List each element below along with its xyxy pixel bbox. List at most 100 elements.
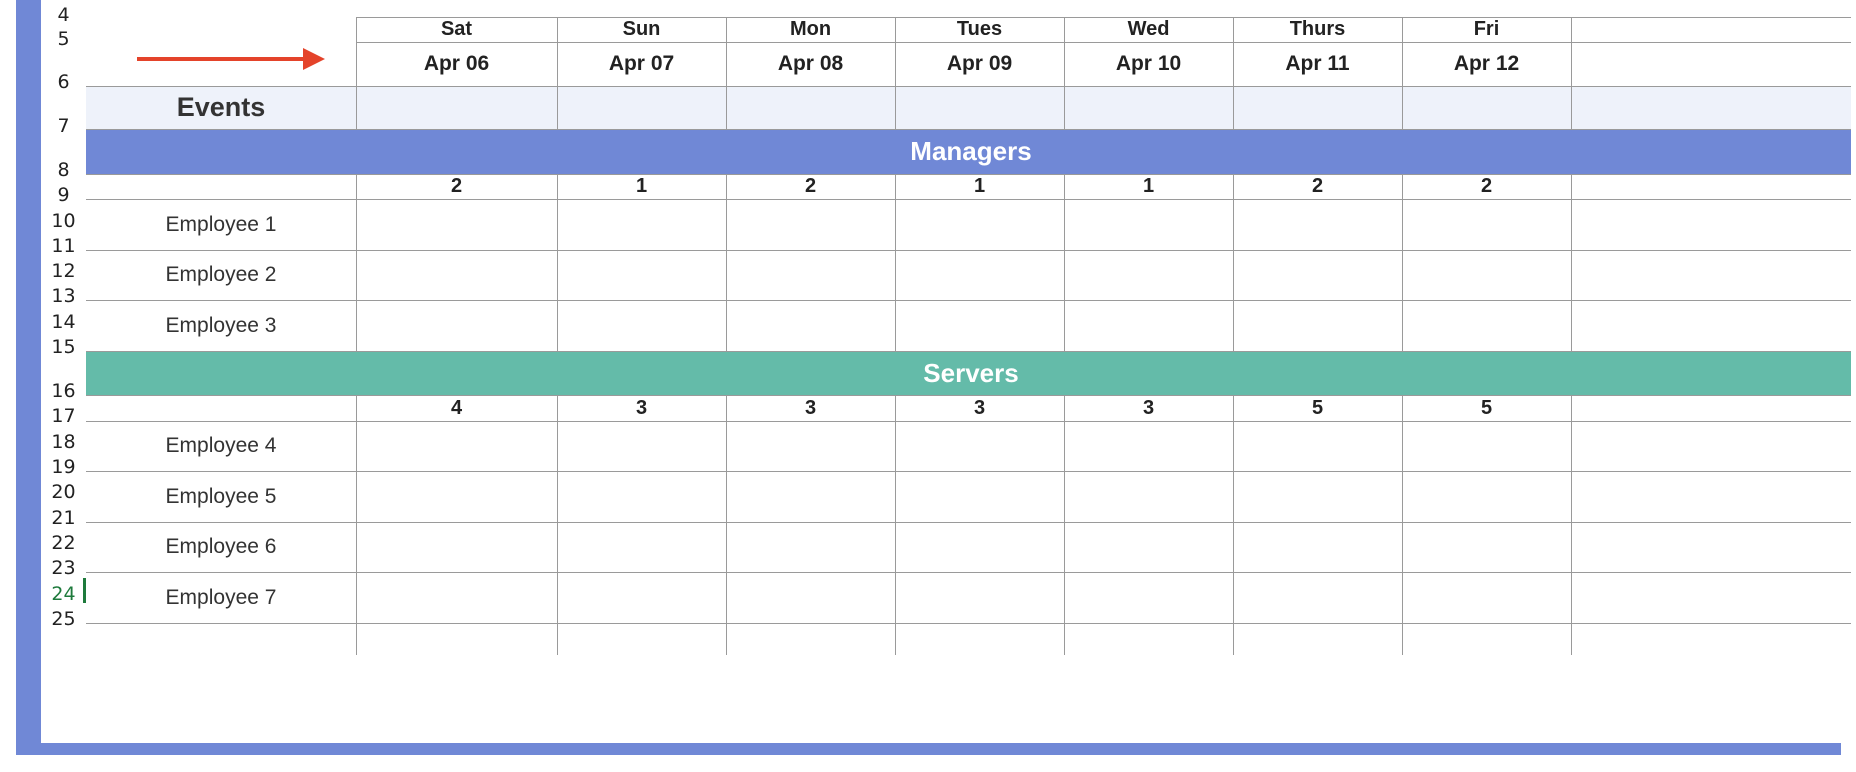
- row-header-5[interactable]: 5: [41, 28, 86, 50]
- date-header-fri[interactable]: Apr 12: [1402, 42, 1571, 86]
- row-header-21[interactable]: 21: [41, 507, 86, 529]
- events-cell[interactable]: [1233, 86, 1402, 129]
- employee-name-cell[interactable]: Employee 5: [86, 471, 356, 522]
- row-header-24[interactable]: 24: [41, 583, 86, 605]
- grid-line: [86, 471, 1851, 472]
- managers-count-sat[interactable]: 2: [356, 174, 557, 199]
- grid-line: [86, 174, 1851, 175]
- servers-count-fri[interactable]: 5: [1402, 395, 1571, 421]
- row-header-8[interactable]: 8: [41, 159, 86, 181]
- grid-line: [895, 17, 896, 129]
- grid-line: [356, 42, 1851, 43]
- row-header-22[interactable]: 22: [41, 532, 86, 554]
- row-header-20[interactable]: 20: [41, 481, 86, 503]
- grid-line: [726, 174, 727, 351]
- row-header-25[interactable]: 25: [41, 608, 86, 630]
- managers-count-wed[interactable]: 1: [1064, 174, 1233, 199]
- grid-line: [1402, 174, 1403, 351]
- row-header-19[interactable]: 19: [41, 456, 86, 478]
- grid-line: [1064, 395, 1065, 655]
- row-header-12[interactable]: 12: [41, 260, 86, 282]
- grid-line: [1064, 17, 1065, 129]
- servers-count-wed[interactable]: 3: [1064, 395, 1233, 421]
- employee-name-cell[interactable]: Employee 6: [86, 522, 356, 572]
- grid-line: [86, 623, 1851, 624]
- grid-line: [356, 174, 357, 351]
- grid-line: [1402, 17, 1403, 129]
- row-header-18[interactable]: 18: [41, 431, 86, 453]
- day-header-mon[interactable]: Mon: [726, 17, 895, 42]
- grid-line: [86, 300, 1851, 301]
- day-header-fri[interactable]: Fri: [1402, 17, 1571, 42]
- row-header-13[interactable]: 13: [41, 285, 86, 307]
- events-cell[interactable]: [557, 86, 726, 129]
- row-header-16[interactable]: 16: [41, 380, 86, 402]
- day-header-thurs[interactable]: Thurs: [1233, 17, 1402, 42]
- servers-count-mon[interactable]: 3: [726, 395, 895, 421]
- row-header-4[interactable]: 4: [41, 4, 86, 26]
- day-header-tues[interactable]: Tues: [895, 17, 1064, 42]
- grid-line: [86, 522, 1851, 523]
- grid-line: [1233, 17, 1234, 129]
- grid-line: [1064, 174, 1065, 351]
- employee-name-cell[interactable]: Employee 7: [86, 572, 356, 623]
- date-header-mon[interactable]: Apr 08: [726, 42, 895, 86]
- managers-count-tues[interactable]: 1: [895, 174, 1064, 199]
- grid-line: [557, 174, 558, 351]
- managers-banner[interactable]: Managers: [86, 129, 1851, 174]
- date-header-sat[interactable]: Apr 06: [356, 42, 557, 86]
- grid-line: [86, 199, 1851, 200]
- row-header-6[interactable]: 6: [41, 71, 86, 93]
- date-header-tues[interactable]: Apr 09: [895, 42, 1064, 86]
- events-cell[interactable]: [726, 86, 895, 129]
- grid-line: [726, 17, 727, 129]
- events-cell[interactable]: [1064, 86, 1233, 129]
- grid-line: [356, 17, 1851, 18]
- row-header-15[interactable]: 15: [41, 336, 86, 358]
- managers-count-sun[interactable]: 1: [557, 174, 726, 199]
- servers-banner[interactable]: Servers: [86, 351, 1851, 395]
- grid-line: [895, 395, 896, 655]
- grid-line: [1233, 174, 1234, 351]
- grid-line: [86, 572, 1851, 573]
- employee-name-cell[interactable]: Employee 2: [86, 250, 356, 300]
- employee-name-cell[interactable]: Employee 3: [86, 300, 356, 351]
- day-header-sat[interactable]: Sat: [356, 17, 557, 42]
- managers-count-thurs[interactable]: 2: [1233, 174, 1402, 199]
- row-header-14[interactable]: 14: [41, 311, 86, 333]
- date-header-thurs[interactable]: Apr 11: [1233, 42, 1402, 86]
- row-header-7[interactable]: 7: [41, 115, 86, 137]
- grid-line: [557, 395, 558, 655]
- row-header-23[interactable]: 23: [41, 557, 86, 579]
- date-header-wed[interactable]: Apr 10: [1064, 42, 1233, 86]
- servers-count-thurs[interactable]: 5: [1233, 395, 1402, 421]
- managers-count-mon[interactable]: 2: [726, 174, 895, 199]
- events-cell[interactable]: [895, 86, 1064, 129]
- events-label[interactable]: Events: [86, 86, 356, 129]
- row-header-9[interactable]: 9: [41, 184, 86, 206]
- row-header-11[interactable]: 11: [41, 235, 86, 257]
- employee-name-cell[interactable]: Employee 4: [86, 421, 356, 471]
- events-cell[interactable]: [1402, 86, 1571, 129]
- servers-count-sat[interactable]: 4: [356, 395, 557, 421]
- row-header-17[interactable]: 17: [41, 405, 86, 427]
- grid-line: [86, 421, 1851, 422]
- day-header-wed[interactable]: Wed: [1064, 17, 1233, 42]
- grid-line: [86, 250, 1851, 251]
- managers-count-fri[interactable]: 2: [1402, 174, 1571, 199]
- grid-line: [557, 17, 558, 129]
- row-header-10[interactable]: 10: [41, 210, 86, 232]
- grid-line: [895, 174, 896, 351]
- events-cell[interactable]: [356, 86, 557, 129]
- servers-count-tues[interactable]: 3: [895, 395, 1064, 421]
- grid-line: [356, 17, 357, 129]
- spreadsheet-frame: 4 5 6 7 8 9 10 11 12 13 14 15 16 17 18 1…: [16, 0, 1851, 755]
- arrow-icon: [137, 48, 325, 70]
- date-header-sun[interactable]: Apr 07: [557, 42, 726, 86]
- grid-line: [86, 129, 1851, 130]
- employee-name-cell[interactable]: Employee 1: [86, 199, 356, 250]
- servers-count-sun[interactable]: 3: [557, 395, 726, 421]
- day-header-sun[interactable]: Sun: [557, 17, 726, 42]
- grid-line: [356, 395, 357, 655]
- spreadsheet-grid: 4 5 6 7 8 9 10 11 12 13 14 15 16 17 18 1…: [41, 0, 1851, 743]
